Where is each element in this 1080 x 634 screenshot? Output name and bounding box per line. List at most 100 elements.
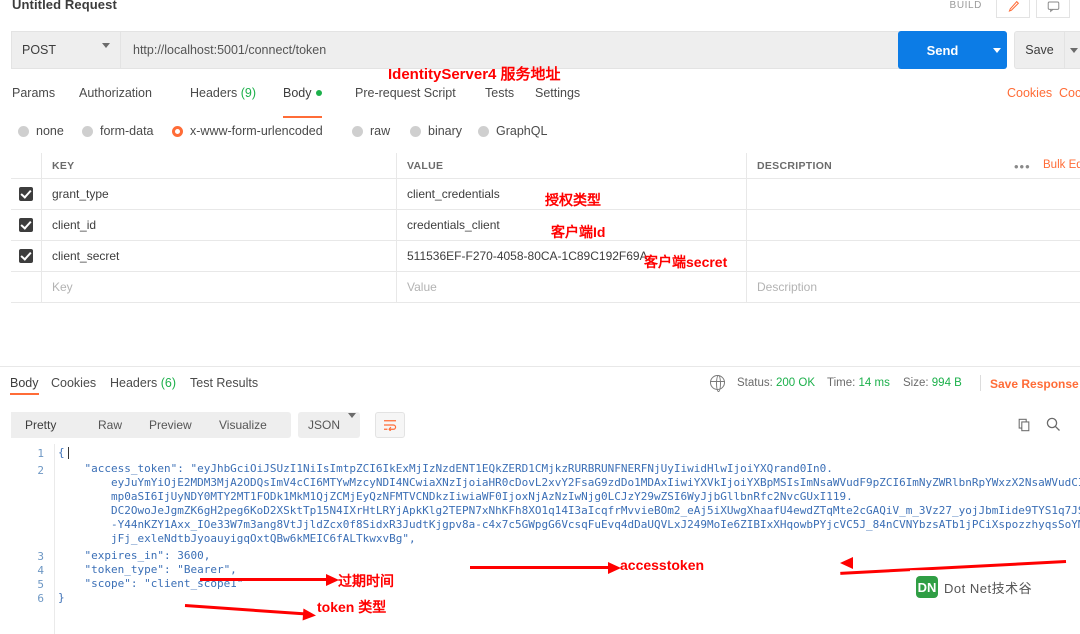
radio-none[interactable]: none bbox=[18, 124, 64, 138]
radio-label: GraphQL bbox=[496, 124, 548, 138]
meta-divider bbox=[980, 375, 981, 391]
tab-tests[interactable]: Tests bbox=[485, 86, 514, 114]
tab-label: Headers bbox=[110, 376, 158, 390]
tab-label: Pre-request Script bbox=[355, 86, 456, 100]
globe-icon bbox=[709, 374, 725, 392]
radio-x-www-form-urlencoded[interactable]: x-www-form-urlencoded bbox=[172, 124, 323, 138]
annotation-server-url: IdentityServer4 服务地址 bbox=[388, 66, 561, 83]
line-number: 4 bbox=[37, 564, 44, 577]
tab-authorization[interactable]: Authorization bbox=[79, 86, 152, 114]
send-options-button[interactable] bbox=[987, 31, 1007, 69]
more-options-icon[interactable]: ••• bbox=[1014, 159, 1031, 174]
annotation-grant-type: 授权类型 bbox=[545, 192, 601, 208]
copy-icon[interactable] bbox=[1017, 418, 1031, 435]
code-line: } bbox=[58, 591, 65, 604]
table-row[interactable]: client_secret 511536EF-F270-4058-80CA-1C… bbox=[11, 241, 1080, 272]
send-button[interactable]: Send bbox=[898, 31, 987, 69]
table-row[interactable]: client_id credentials_client bbox=[11, 210, 1080, 241]
radio-form-data[interactable]: form-data bbox=[82, 124, 154, 138]
tab-label: Headers bbox=[190, 86, 238, 100]
method-select[interactable]: POST bbox=[11, 31, 120, 69]
row-checkbox[interactable] bbox=[11, 241, 41, 271]
active-tab-underline bbox=[10, 393, 39, 395]
bulk-edit-link[interactable]: Bulk Edi bbox=[1043, 159, 1080, 171]
tab-label: Settings bbox=[535, 86, 581, 100]
tab-pre-request-script[interactable]: Pre-request Script bbox=[355, 86, 456, 114]
tab-body[interactable]: Body bbox=[283, 86, 322, 118]
time-text: Time: 14 ms bbox=[827, 377, 890, 389]
annotation-access-token: accesstoken bbox=[620, 557, 705, 573]
search-icon[interactable] bbox=[1045, 416, 1061, 435]
tab-label: Body bbox=[10, 376, 39, 390]
header-key: KEY bbox=[41, 153, 396, 178]
format-select[interactable]: JSON bbox=[298, 412, 360, 438]
headers-count: (6) bbox=[160, 376, 177, 390]
code-line: eyJuYmYiOjE2MDM3MjA2ODQsImV4cCI6MTYwMzcy… bbox=[58, 476, 1080, 489]
pencil-icon[interactable] bbox=[996, 0, 1030, 18]
annotation-client-secret: 客户端secret bbox=[644, 254, 728, 270]
annotation-expires-in: 过期时间 bbox=[338, 573, 394, 589]
save-response-button[interactable]: Save Response bbox=[990, 377, 1079, 391]
status-label: Status: bbox=[737, 377, 773, 389]
response-tab-body[interactable]: Body bbox=[10, 376, 39, 395]
chevron-down-icon bbox=[102, 43, 110, 62]
tab-headers[interactable]: Headers (9) bbox=[190, 86, 256, 114]
row-checkbox-empty[interactable] bbox=[11, 272, 41, 302]
annotation-token-type: token 类型 bbox=[317, 599, 387, 615]
cookies-link[interactable]: Cookies bbox=[1007, 86, 1052, 100]
radio-dot bbox=[18, 125, 29, 137]
code-line: jFj_exleNdtbJyoauyigqOxtQBw6kMEIC6fALTkw… bbox=[58, 532, 416, 545]
header-value: VALUE bbox=[396, 153, 746, 178]
new-value-input[interactable]: Value bbox=[396, 272, 746, 302]
radio-label: raw bbox=[370, 124, 391, 138]
new-key-input[interactable]: Key bbox=[41, 272, 396, 302]
code-link[interactable]: Coc bbox=[1059, 86, 1080, 100]
status-value: 200 OK bbox=[776, 377, 816, 389]
url-value: http://localhost:5001/connect/token bbox=[133, 43, 327, 57]
comment-icon[interactable] bbox=[1036, 0, 1070, 18]
save-options-button[interactable] bbox=[1064, 31, 1080, 69]
save-button[interactable]: Save bbox=[1014, 31, 1064, 69]
view-preview[interactable]: Preview bbox=[135, 412, 206, 438]
row-checkbox[interactable] bbox=[11, 179, 41, 209]
radio-raw[interactable]: raw bbox=[352, 124, 390, 138]
row-checkbox[interactable] bbox=[11, 210, 41, 240]
format-value: JSON bbox=[308, 418, 341, 432]
new-description-input[interactable]: Description bbox=[746, 272, 996, 302]
radio-graphql[interactable]: GraphQL bbox=[478, 124, 547, 138]
tab-params[interactable]: Params bbox=[12, 86, 55, 114]
row-key[interactable]: client_secret bbox=[41, 241, 396, 271]
radio-binary[interactable]: binary bbox=[410, 124, 462, 138]
response-tab-cookies[interactable]: Cookies bbox=[51, 376, 96, 390]
row-description[interactable] bbox=[746, 179, 996, 209]
tab-settings[interactable]: Settings bbox=[535, 86, 580, 114]
row-description[interactable] bbox=[746, 210, 996, 240]
line-number: 3 bbox=[37, 550, 44, 563]
line-number: 1 bbox=[37, 447, 44, 460]
response-tab-test-results[interactable]: Test Results bbox=[190, 376, 258, 390]
view-raw[interactable]: Raw bbox=[84, 412, 137, 438]
tab-label: Test Results bbox=[190, 376, 259, 390]
wrap-lines-icon[interactable] bbox=[375, 412, 405, 438]
line-number-gutter: 1 2 3 4 5 6 bbox=[0, 444, 55, 634]
row-actions bbox=[996, 179, 1080, 209]
top-bar: Untitled Request BUILD bbox=[0, 0, 1080, 20]
code-line: "expires_in": 3600, bbox=[58, 549, 211, 562]
row-actions-empty bbox=[996, 272, 1080, 302]
table-row-empty[interactable]: Key Value Description bbox=[11, 272, 1080, 303]
response-tab-headers[interactable]: Headers (6) bbox=[110, 376, 176, 390]
radio-dot bbox=[352, 125, 363, 137]
row-key[interactable]: client_id bbox=[41, 210, 396, 240]
row-description[interactable] bbox=[746, 241, 996, 271]
text-cursor bbox=[68, 447, 69, 459]
line-number: 5 bbox=[37, 578, 44, 591]
line-number: 2 bbox=[37, 464, 44, 477]
time-label: Time: bbox=[827, 377, 856, 389]
size-value: 994 B bbox=[931, 377, 962, 389]
row-key[interactable]: grant_type bbox=[41, 179, 396, 209]
view-pretty[interactable]: Pretty bbox=[11, 412, 71, 438]
response-body-code[interactable]: 1 2 3 4 5 6 { "access_token": "eyJhbGciO… bbox=[0, 444, 1080, 634]
view-visualize[interactable]: Visualize bbox=[205, 412, 281, 438]
size-label: Size: bbox=[903, 377, 929, 389]
table-header-row: KEY VALUE DESCRIPTION ••• Bulk Edi bbox=[11, 153, 1080, 179]
